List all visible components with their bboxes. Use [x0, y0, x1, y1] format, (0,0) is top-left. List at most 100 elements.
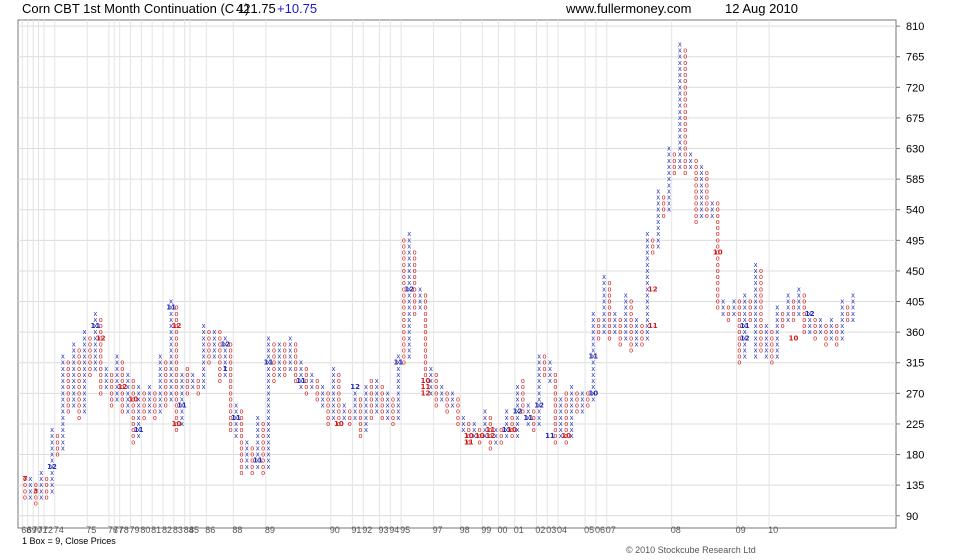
x-column: xxx	[721, 298, 725, 318]
x-column: xxx	[342, 402, 346, 422]
month-marker: 11	[523, 414, 533, 422]
x-year-label: 02	[535, 525, 545, 535]
o-column: oooooooooooooo	[423, 291, 427, 379]
o-box: o	[348, 408, 352, 416]
o-column: ooooooooo	[66, 359, 70, 416]
x-column: xxxxxx	[764, 322, 768, 361]
x-box: x	[537, 353, 541, 361]
x-box: x	[656, 187, 660, 195]
o-box: o	[304, 365, 308, 373]
x-box: x	[786, 291, 790, 299]
month-marker: 10	[789, 334, 799, 342]
x-column: xxxx	[321, 383, 325, 409]
month-marker: 11	[134, 426, 144, 434]
month-marker: 12	[421, 389, 431, 397]
copyright-note: © 2010 Stockcube Research Ltd	[626, 545, 756, 555]
x-year-label: 85	[189, 525, 199, 535]
x-box: x	[72, 340, 76, 348]
x-box: x	[158, 353, 162, 361]
x-box: x	[753, 261, 757, 269]
o-box: o	[55, 432, 59, 440]
x-column: xxxxx	[245, 438, 249, 470]
o-column: oooo	[45, 475, 49, 501]
o-column: ooooooooo	[629, 298, 633, 355]
x-box: x	[559, 395, 563, 403]
o-box: o	[283, 340, 287, 348]
month-marker: 11	[231, 414, 241, 422]
x-year-label: 88	[232, 525, 242, 535]
o-box: o	[131, 377, 135, 385]
month-marker: 11	[264, 359, 274, 367]
x-year-label: 09	[736, 525, 746, 535]
x-year-label: 95	[400, 525, 410, 535]
plot-area	[17, 19, 897, 529]
month-marker: 12	[96, 334, 106, 342]
o-column: oooo	[835, 322, 839, 348]
o-column: oooo	[445, 389, 449, 415]
x-box: x	[764, 322, 768, 330]
o-column: ooooo	[391, 395, 395, 427]
x-box: x	[505, 408, 509, 416]
x-box: x	[710, 200, 714, 208]
x-box: x	[61, 353, 65, 361]
y-tick-label: 360	[906, 327, 924, 339]
x-box: x	[407, 230, 411, 238]
o-column: ooooo	[618, 316, 622, 348]
x-year-label: 75	[86, 525, 96, 535]
o-column: oooo	[575, 389, 579, 415]
o-box: o	[120, 359, 124, 367]
x-column: xxxxxxxxxxxxxxxx	[61, 353, 65, 453]
x-box: x	[256, 414, 260, 422]
x-column: xxxxxxxxxxxxxx	[82, 328, 86, 416]
x-column: xxxxxx	[288, 334, 292, 373]
o-column: ooooooooooo	[413, 249, 417, 318]
x-column: xxxxxx	[375, 377, 379, 416]
x-year-label: 83	[173, 525, 183, 535]
o-box: o	[694, 157, 698, 165]
o-column: oooo	[824, 322, 828, 348]
month-marker: 12	[172, 322, 182, 330]
o-column: oooo	[542, 353, 546, 379]
x-box: x	[851, 291, 855, 299]
x-column: xxxxx	[851, 291, 855, 323]
x-box: x	[526, 402, 530, 410]
x-year-label: 81	[151, 525, 161, 535]
month-marker: 10	[588, 389, 598, 397]
x-box: x	[288, 334, 292, 342]
x-column: xxxx	[613, 310, 617, 336]
month-marker: 12	[118, 383, 128, 391]
x-column: xxxxx	[299, 359, 303, 391]
x-column: xxxxxxxxxxxxxxxx	[753, 261, 757, 361]
x-year-label: 80	[140, 525, 150, 535]
x-column: xxxxxxxxxxx	[667, 145, 671, 214]
o-box: o	[445, 389, 449, 397]
o-box: o	[402, 236, 406, 244]
o-column: ooooooooo	[218, 328, 222, 385]
x-year-label: 90	[330, 525, 340, 535]
o-box: o	[380, 383, 384, 391]
o-box: o	[413, 249, 417, 257]
y-tick-label: 765	[906, 52, 924, 64]
y-tick-label: 720	[906, 82, 924, 94]
x-year-label: 98	[460, 525, 470, 535]
x-year-label: 00	[498, 525, 508, 535]
x-box: x	[212, 328, 216, 336]
o-box: o	[748, 298, 752, 306]
o-column: oooooo	[434, 371, 438, 410]
o-column: oooo	[55, 432, 59, 458]
o-column: ooo	[845, 304, 849, 324]
month-marker: 11	[166, 304, 176, 312]
o-column: ooooooo	[88, 334, 92, 379]
x-box: x	[299, 359, 303, 367]
x-year-label: 05	[584, 525, 594, 535]
month-marker: 10	[334, 420, 344, 428]
x-year-label: 78	[119, 525, 129, 535]
o-box: o	[835, 322, 839, 330]
o-column: oooo	[672, 151, 676, 177]
month-marker: 11	[177, 402, 187, 410]
x-box: x	[137, 383, 141, 391]
o-box: o	[845, 304, 849, 312]
x-column: xxxx	[104, 365, 108, 391]
month-marker: 10	[172, 420, 182, 428]
o-column: oooooo	[380, 383, 384, 422]
